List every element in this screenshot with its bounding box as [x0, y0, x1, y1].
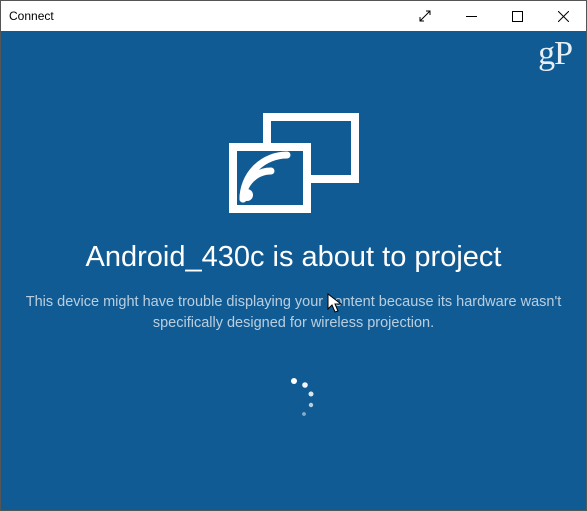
- loading-spinner: [1, 374, 586, 424]
- spinner-icon: [269, 374, 319, 424]
- watermark-logo: gP: [538, 35, 572, 73]
- close-icon: [558, 11, 569, 22]
- minimize-button[interactable]: [448, 1, 494, 31]
- projection-warning: This device might have trouble displayin…: [1, 292, 586, 334]
- close-button[interactable]: [540, 1, 586, 31]
- titlebar: Connect: [1, 1, 586, 31]
- maximize-button[interactable]: [494, 1, 540, 31]
- expand-icon: [419, 10, 431, 22]
- maximize-icon: [512, 11, 523, 22]
- app-content: gP Android_430c is about to project This…: [1, 31, 586, 510]
- minimize-icon: [466, 11, 477, 22]
- cast-icon: [1, 113, 586, 213]
- projection-headline: Android_430c is about to project: [1, 241, 586, 274]
- expand-button[interactable]: [402, 1, 448, 31]
- window-title: Connect: [9, 9, 54, 23]
